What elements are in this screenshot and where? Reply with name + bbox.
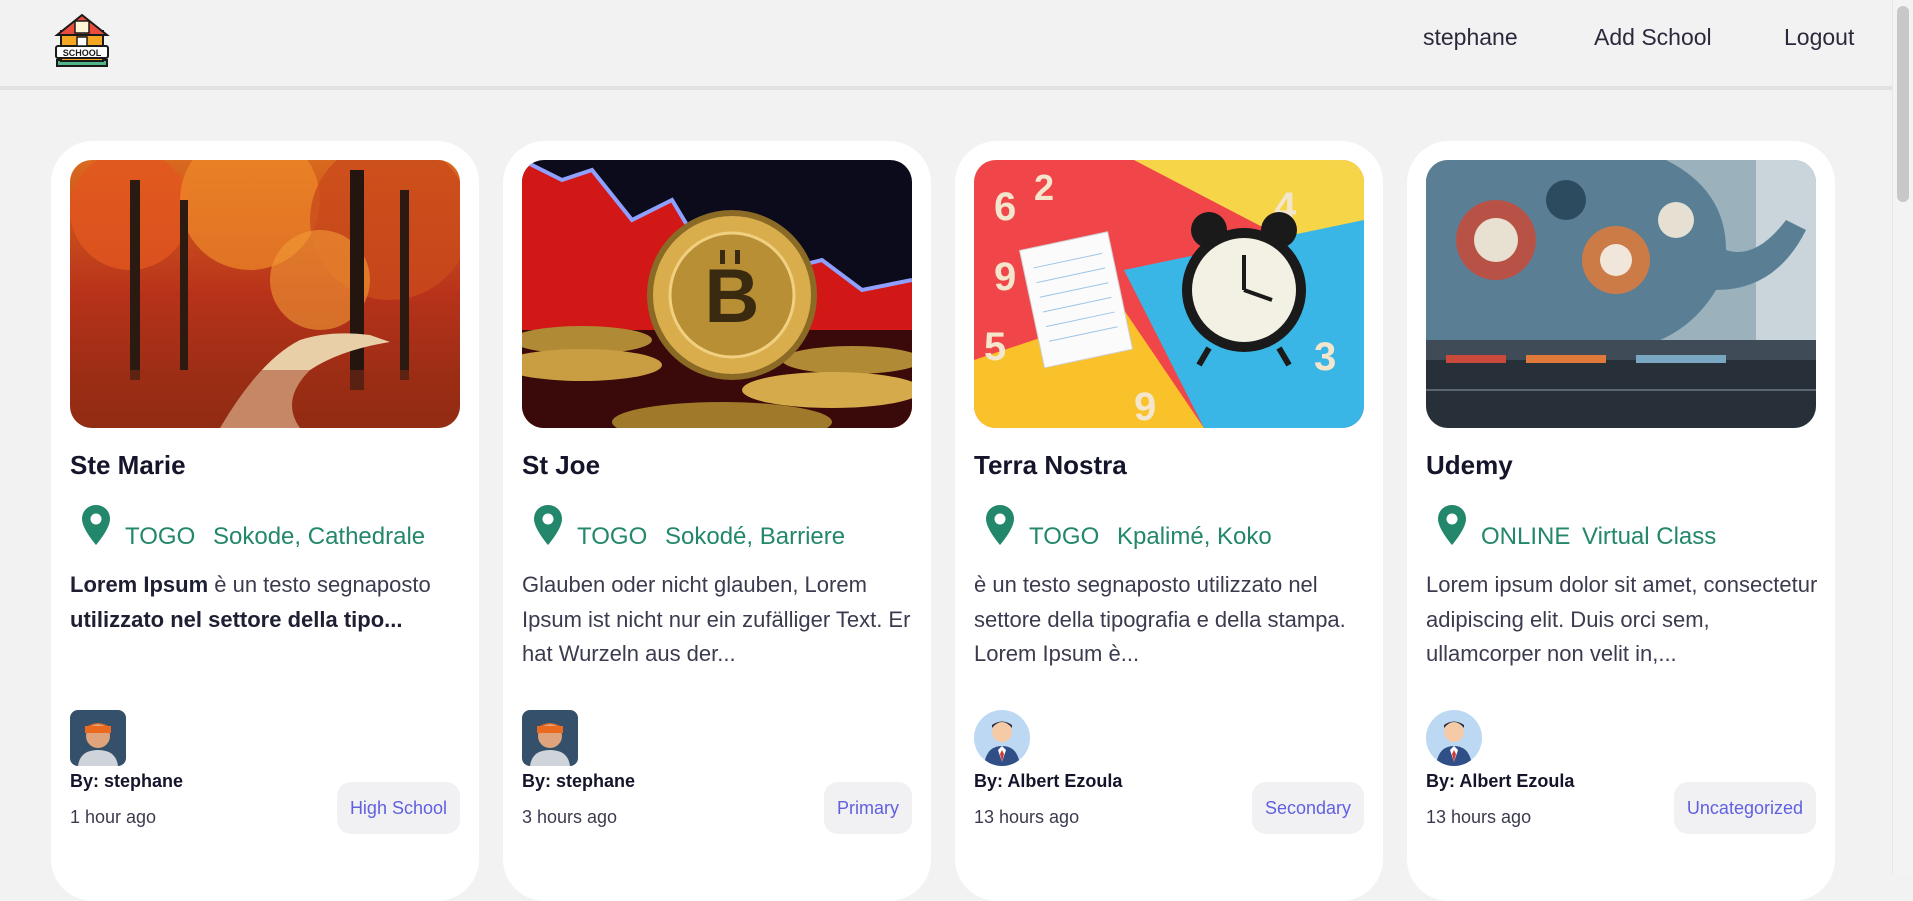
- category-badge[interactable]: High School: [336, 782, 460, 834]
- svg-text:9: 9: [1134, 385, 1156, 428]
- school-card[interactable]: B St Joe TOGO Sokodé, Barriere Glauben o…: [503, 141, 931, 901]
- author-avatar: [522, 710, 578, 766]
- svg-text:2: 2: [1034, 167, 1054, 208]
- author-name: By: stephane: [70, 771, 184, 791]
- nav-logout-link[interactable]: Logout: [1784, 24, 1854, 51]
- top-navbar: SCHOOL stephane Add School Logout: [0, 0, 1893, 90]
- school-card[interactable]: Udemy ONLINE Virtual Class Lorem ipsum d…: [1407, 141, 1835, 901]
- logo-text: SCHOOL: [63, 48, 102, 58]
- location-country: ONLINE: [1481, 523, 1571, 550]
- author-avatar: [974, 710, 1030, 766]
- school-title[interactable]: St Joe: [522, 450, 600, 481]
- category-badge[interactable]: Primary: [824, 782, 912, 834]
- author-name: By: Albert Ezoula: [1426, 771, 1575, 791]
- post-time: 13 hours ago: [1426, 807, 1532, 827]
- desc-text: è un testo segnaposto: [208, 572, 431, 597]
- author-name: By: Albert Ezoula: [974, 771, 1123, 791]
- school-image[interactable]: [1426, 160, 1816, 428]
- location-pin-icon: [1435, 503, 1469, 547]
- author-name: By: stephane: [522, 771, 636, 791]
- school-title[interactable]: Ste Marie: [70, 450, 186, 481]
- desc-bold-1: Lorem Ipsum: [70, 572, 209, 597]
- post-time: 13 hours ago: [974, 807, 1080, 827]
- school-image[interactable]: [70, 160, 460, 428]
- location-city: Virtual Class: [1582, 523, 1717, 550]
- school-description: Glauben oder nicht glauben, Lorem Ipsum …: [522, 572, 911, 666]
- svg-text:B: B: [705, 254, 760, 339]
- school-card[interactable]: Ste Marie TOGO Sokode, Cathedrale Lorem …: [51, 141, 479, 901]
- school-card[interactable]: 6 2 9 5 4 3 9 Terra Nostra TOGO Kpalimé,…: [955, 141, 1383, 901]
- page-scrollbar[interactable]: [1892, 0, 1913, 875]
- svg-text:3: 3: [1314, 335, 1336, 379]
- location-pin-icon: [79, 503, 113, 547]
- school-description: Lorem ipsum dolor sit amet, consectetur …: [1426, 572, 1818, 666]
- school-title[interactable]: Udemy: [1426, 450, 1513, 481]
- nav-user-link[interactable]: stephane: [1423, 24, 1518, 51]
- location-pin-icon: [531, 503, 565, 547]
- location-city: Sokodé, Barriere: [665, 523, 846, 550]
- school-image[interactable]: B: [522, 160, 912, 428]
- category-badge[interactable]: Secondary: [1251, 782, 1364, 834]
- school-title[interactable]: Terra Nostra: [974, 450, 1127, 481]
- school-logo-icon[interactable]: SCHOOL: [51, 11, 113, 73]
- post-time: 1 hour ago: [70, 807, 157, 827]
- location-city: Sokode, Cathedrale: [213, 523, 426, 550]
- nav-add-school-link[interactable]: Add School: [1594, 24, 1712, 51]
- location-city: Kpalimé, Koko: [1117, 523, 1272, 550]
- post-time: 3 hours ago: [522, 807, 618, 827]
- svg-text:6: 6: [994, 185, 1016, 229]
- school-image[interactable]: 6 2 9 5 4 3 9: [974, 160, 1364, 428]
- category-badge[interactable]: Uncategorized: [1673, 782, 1816, 834]
- scrollbar-thumb[interactable]: [1897, 6, 1909, 202]
- location-pin-icon: [983, 503, 1017, 547]
- author-avatar: [1426, 710, 1482, 766]
- author-avatar: [70, 710, 126, 766]
- school-description: Lorem Ipsum è un testo segnaposto utiliz…: [70, 568, 465, 637]
- location-country: TOGO: [125, 523, 196, 550]
- location-country: TOGO: [1029, 523, 1100, 550]
- location-country: TOGO: [577, 523, 648, 550]
- svg-text:9: 9: [994, 255, 1016, 299]
- svg-text:5: 5: [984, 325, 1006, 369]
- school-description: è un testo segnaposto utilizzato nel set…: [974, 572, 1346, 666]
- desc-bold-2: utilizzato nel settore della tipo...: [70, 606, 403, 632]
